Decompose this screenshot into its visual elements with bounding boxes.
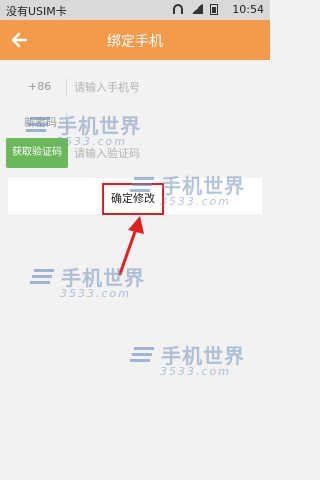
status-icons — [169, 4, 218, 16]
watermark-logo-icon — [130, 346, 154, 362]
watermark-logo-icon — [130, 176, 154, 192]
signal-icon — [190, 4, 203, 14]
phone-row: +86 — [0, 72, 270, 102]
watermark: 手机世界 3533.com — [30, 262, 145, 300]
status-bar: 没有USIM卡 10:54 — [0, 0, 270, 20]
watermark: 手机世界 3533.com — [130, 170, 245, 208]
wifi-icon — [173, 4, 183, 14]
phone-input[interactable] — [70, 77, 268, 97]
carrier-text: 没有USIM卡 — [6, 5, 67, 18]
status-time: 10:54 — [232, 3, 264, 16]
divider — [66, 78, 67, 96]
country-code: +86 — [28, 80, 52, 93]
watermark: 手机世界 3533.com — [130, 340, 245, 378]
page-title: 绑定手机 — [107, 34, 163, 50]
watermark: 手机世界 3533.com — [26, 110, 141, 148]
watermark-logo-icon — [26, 116, 50, 132]
top-app-bar: 绑定手机 — [0, 20, 270, 60]
battery-icon — [210, 4, 218, 15]
watermark-logo-icon — [30, 268, 54, 284]
